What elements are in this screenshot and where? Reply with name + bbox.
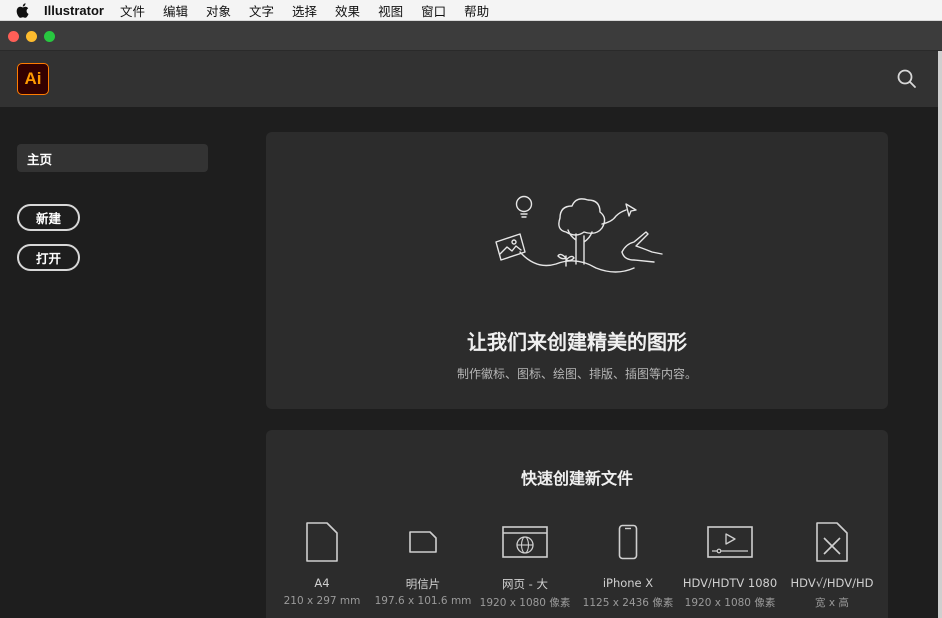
- home-screen: 主页 新建 打开 让我们来创建精美的图形 制作徽标、图标、绘图、排版、插图等内容…: [0, 107, 942, 618]
- video-icon: [678, 520, 782, 564]
- apple-icon[interactable]: [16, 2, 30, 18]
- menu-edit[interactable]: 编辑: [163, 1, 188, 20]
- window-close-button[interactable]: [8, 31, 19, 42]
- menu-window[interactable]: 窗口: [421, 1, 446, 20]
- menubar-app-name[interactable]: Illustrator: [44, 3, 104, 18]
- preset-size: 宽 x 高: [815, 597, 849, 609]
- phone-icon: [576, 520, 680, 564]
- quick-create-title: 快速创建新文件: [520, 469, 633, 488]
- system-menubar: Illustrator 文件 编辑 对象 文字 选择 效果 视图 窗口 帮助: [0, 0, 942, 21]
- menu-view[interactable]: 视图: [378, 1, 403, 20]
- postcard-icon: [371, 520, 475, 564]
- creative-illustration-icon: [495, 195, 663, 273]
- document-icon: [270, 520, 374, 564]
- window-minimize-button[interactable]: [26, 31, 37, 42]
- menu-select[interactable]: 选择: [292, 1, 317, 20]
- preset-hdv-hd[interactable]: HDV√/HDV/HD 宽 x 高: [780, 520, 884, 618]
- quick-create-card: 快速创建新文件 A4 210 x 297 mm 明信片 197.6 x 101.…: [266, 430, 888, 618]
- window-edge: [938, 51, 942, 618]
- app-header: Ai: [0, 51, 942, 107]
- tools-document-icon: [780, 520, 884, 564]
- web-globe-icon: [473, 520, 577, 564]
- menu-file[interactable]: 文件: [120, 1, 145, 20]
- new-file-button[interactable]: 新建: [17, 204, 80, 231]
- hero-title: 让我们来创建精美的图形: [467, 330, 687, 354]
- menu-object[interactable]: 对象: [206, 1, 231, 20]
- menu-effect[interactable]: 效果: [335, 1, 360, 20]
- sidebar: 主页 新建 打开: [0, 107, 240, 618]
- open-file-button[interactable]: 打开: [17, 244, 80, 271]
- window-titlebar: [0, 21, 942, 51]
- menu-type[interactable]: 文字: [249, 1, 274, 20]
- welcome-hero-card: 让我们来创建精美的图形 制作徽标、图标、绘图、排版、插图等内容。: [266, 132, 888, 409]
- sidebar-item-home[interactable]: 主页: [17, 144, 208, 172]
- menu-help[interactable]: 帮助: [464, 1, 489, 20]
- hero-subtitle: 制作徽标、图标、绘图、排版、插图等内容。: [456, 367, 697, 381]
- window-maximize-button[interactable]: [44, 31, 55, 42]
- preset-name: HDV√/HDV/HD: [790, 576, 874, 590]
- illustrator-logo: Ai: [17, 63, 49, 95]
- search-icon[interactable]: [895, 67, 919, 91]
- main-content: 让我们来创建精美的图形 制作徽标、图标、绘图、排版、插图等内容。 快速创建新文件…: [240, 107, 942, 618]
